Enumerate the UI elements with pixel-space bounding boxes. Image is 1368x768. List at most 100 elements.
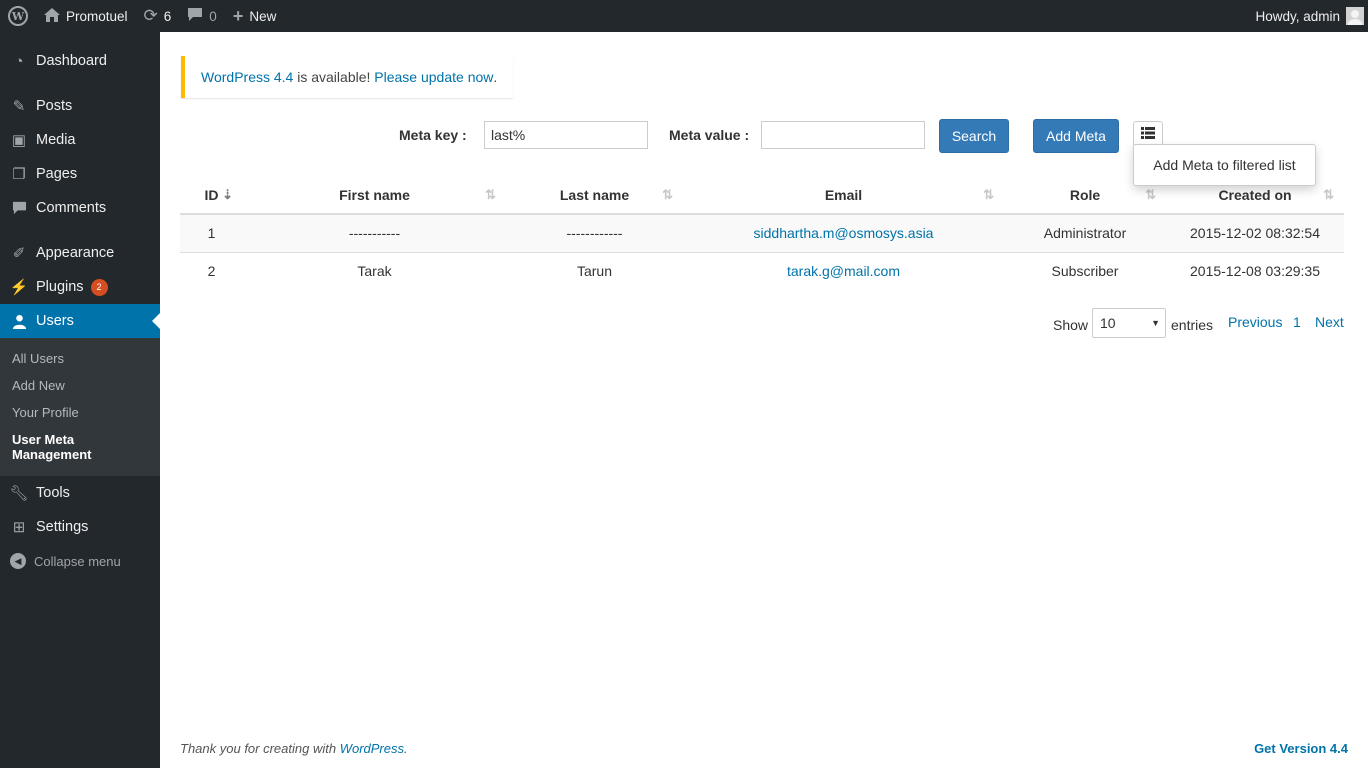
new-content-link[interactable]: + New <box>225 0 285 32</box>
column-header-email[interactable]: Email ⇅ <box>683 176 1004 215</box>
sidebar-item-label: Pages <box>36 166 78 182</box>
sidebar-item-label: Users <box>36 313 74 329</box>
cell-role: Subscriber <box>1004 251 1166 290</box>
header-label: ID <box>204 186 219 203</box>
table-row: 1 ----------- ------------ siddhartha.m@… <box>180 213 1344 252</box>
cell-role: Administrator <box>1004 213 1166 252</box>
avatar <box>1346 7 1364 25</box>
main-content: WordPress 4.4 is available! Please updat… <box>160 32 1368 768</box>
sidebar-item-tools[interactable]: 🔧︎ Tools <box>0 476 160 510</box>
table-row: 2 Tarak Tarun tarak.g@mail.com Subscribe… <box>180 251 1344 290</box>
comment-bubble-icon <box>187 7 203 25</box>
sort-icon: ⇅ <box>1145 187 1156 202</box>
plugins-update-badge: 2 <box>90 278 108 296</box>
sidebar-item-users[interactable]: Users <box>0 304 160 338</box>
entries-label: entries <box>1171 317 1214 333</box>
sidebar-item-appearance[interactable]: ✐ Appearance <box>0 236 160 270</box>
my-account-link[interactable]: Howdy, admin <box>1255 7 1368 25</box>
table-pagination: Show 10 ▼ entries Previous 1 Next <box>160 306 1368 338</box>
sidebar-item-label: Posts <box>36 98 73 114</box>
sidebar-item-label: Settings <box>36 519 89 535</box>
sidebar-item-plugins[interactable]: ⚡ Plugins 2 <box>0 270 160 304</box>
column-header-first-name[interactable]: First name ⇅ <box>243 176 506 215</box>
home-icon <box>44 7 60 25</box>
meta-value-input[interactable] <box>761 121 925 149</box>
header-label: First name <box>339 186 410 203</box>
meta-key-input[interactable] <box>484 121 648 149</box>
header-label: Created on <box>1218 186 1292 203</box>
cell-last-name: Tarun <box>506 251 683 290</box>
sidebar-item-pages[interactable]: ❐ Pages <box>0 157 160 191</box>
list-icon <box>1141 126 1155 142</box>
refresh-icon: ⟳ <box>143 6 158 25</box>
sidebar-item-media[interactable]: ▣ Media <box>0 123 160 157</box>
footer-thanks: Thank you for creating with WordPress. <box>180 741 408 756</box>
submenu-add-new[interactable]: Add New <box>0 372 160 399</box>
cell-id: 2 <box>180 251 243 290</box>
sort-desc-icon: ⇣ <box>222 187 233 202</box>
submenu-user-meta-management[interactable]: User Meta Management <box>0 426 160 468</box>
comments-count: 0 <box>209 8 217 24</box>
header-label: Email <box>824 186 863 203</box>
wordpress-link[interactable]: WordPress <box>340 741 404 756</box>
wordpress-logo-icon: W <box>8 6 28 26</box>
user-icon <box>10 312 28 330</box>
submenu-all-users[interactable]: All Users <box>0 345 160 372</box>
site-name-link[interactable]: Promotuel <box>36 0 136 32</box>
comments-icon <box>10 199 28 217</box>
updates-link[interactable]: ⟳ 6 <box>136 0 180 32</box>
wp-logo-menu[interactable]: W <box>0 0 36 32</box>
meta-value-label: Meta value : <box>669 127 750 143</box>
sort-icon: ⇅ <box>662 187 673 202</box>
collapse-arrow-icon: ◀ <box>10 553 26 569</box>
email-link[interactable]: siddhartha.m@osmosys.asia <box>754 225 934 241</box>
sidebar-item-dashboard[interactable]: ◔ Dashboard <box>0 44 160 78</box>
next-page-link[interactable]: Next <box>1315 314 1344 330</box>
sidebar-item-label: Plugins <box>36 279 84 295</box>
cell-email: siddhartha.m@osmosys.asia <box>683 213 1004 252</box>
email-link[interactable]: tarak.g@mail.com <box>787 263 900 279</box>
page-size-select[interactable]: 10 ▼ <box>1092 308 1166 338</box>
update-notice: WordPress 4.4 is available! Please updat… <box>181 56 513 98</box>
sidebar-item-settings[interactable]: ⊞ Settings <box>0 510 160 544</box>
add-meta-button[interactable]: Add Meta <box>1033 119 1119 153</box>
sort-icon: ⇅ <box>485 187 496 202</box>
notice-end: . <box>493 69 498 85</box>
meta-key-label: Meta key : <box>399 127 467 143</box>
cell-created-on: 2015-12-02 08:32:54 <box>1166 213 1344 252</box>
previous-page-link[interactable]: Previous <box>1228 314 1282 330</box>
sidebar-item-label: Media <box>36 132 76 148</box>
footer-thanks-end: . <box>404 741 408 756</box>
search-button[interactable]: Search <box>939 119 1009 153</box>
show-label: Show <box>1053 317 1089 333</box>
sidebar-item-posts[interactable]: ✎ Posts <box>0 89 160 123</box>
wordpress-version-link[interactable]: WordPress 4.4 <box>201 69 293 85</box>
column-header-last-name[interactable]: Last name ⇅ <box>506 176 683 215</box>
sidebar-item-comments[interactable]: Comments <box>0 191 160 225</box>
cell-first-name: ----------- <box>243 213 506 252</box>
column-header-id[interactable]: ID ⇣ <box>180 176 243 215</box>
get-version-link[interactable]: Get Version 4.4 <box>1254 741 1348 756</box>
users-meta-table: ID ⇣ First name ⇅ Last name ⇅ Email ⇅ Role ⇅ … <box>180 176 1344 290</box>
site-name: Promotuel <box>66 8 128 24</box>
sidebar-item-label: Appearance <box>36 245 115 261</box>
pages-icon: ❐ <box>12 166 26 183</box>
page-1-link[interactable]: 1 <box>1293 314 1301 330</box>
cell-id: 1 <box>180 213 243 252</box>
users-submenu: All Users Add New Your Profile User Meta… <box>0 338 160 476</box>
updates-count: 6 <box>163 8 172 24</box>
brush-icon: ✐ <box>12 245 26 262</box>
pin-icon: ✎ <box>12 98 26 115</box>
sidebar-item-label: Dashboard <box>36 53 107 69</box>
update-now-link[interactable]: Please update now <box>374 69 493 85</box>
plug-icon: ⚡ <box>9 279 29 296</box>
cell-email: tarak.g@mail.com <box>683 251 1004 290</box>
cell-last-name: ------------ <box>506 213 683 252</box>
collapse-menu-button[interactable]: ◀ Collapse menu <box>0 544 160 578</box>
sort-icon: ⇅ <box>1323 187 1334 202</box>
admin-menu: ◔ Dashboard ✎ Posts ▣ Media ❐ Pages Comm… <box>0 32 160 768</box>
comments-link[interactable]: 0 <box>179 0 225 32</box>
page-size-value: 10 <box>1100 315 1116 331</box>
add-meta-to-filtered-list-item[interactable]: Add Meta to filtered list <box>1153 157 1295 173</box>
submenu-your-profile[interactable]: Your Profile <box>0 399 160 426</box>
